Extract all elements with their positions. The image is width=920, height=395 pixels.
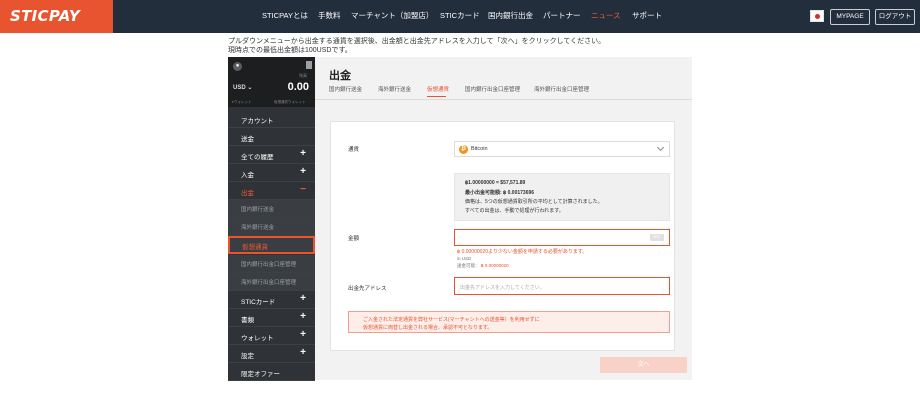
- sidebar-item-label: 海外銀行出金口座管理: [241, 280, 297, 286]
- plus-icon: +: [300, 329, 306, 340]
- tab-overseas-bank[interactable]: 海外銀行送金: [378, 85, 411, 93]
- sidebar-item-label: ウォレット: [241, 335, 274, 342]
- sidebar-subitem-crypto[interactable]: 仮想通貨: [228, 236, 315, 254]
- nav-about[interactable]: STICPAYとは: [262, 11, 308, 21]
- sidebar-item-settings[interactable]: 設定 +: [228, 345, 315, 363]
- tab-domestic-account-mgmt[interactable]: 国内銀行出金口座管理: [465, 85, 520, 93]
- warning-line-1: ご入金された法定通貨を弊社サービス(マーチャントへの送金等）を利用せずに: [363, 317, 540, 323]
- sidebar-subitem-domestic-account-mgmt[interactable]: 国内銀行出金口座管理: [228, 255, 315, 273]
- price-note: 価格は、5つの仮想通貨取引所の平均として計算されました。: [465, 199, 603, 205]
- sidebar-item-label: アカウント: [241, 118, 274, 125]
- sidebar-item-label: 書類: [241, 317, 254, 324]
- balance-toggle-icon[interactable]: [306, 61, 312, 69]
- warning-line-2: 仮想通貨に両替し出金される場合、承認不可となります。: [363, 325, 493, 331]
- sidebar-item-label: 全ての履歴: [241, 154, 274, 161]
- sidebar: ● 残高 USD ⌄ 0.00 eウォレット 仮想通貨ウォレット アカウント 送…: [228, 57, 315, 381]
- plus-icon: +: [300, 166, 306, 177]
- nav-news[interactable]: ニュース: [591, 11, 621, 21]
- currency-select[interactable]: ₿ Bitcoin: [454, 141, 670, 157]
- currency-label: 通貨: [348, 147, 360, 153]
- sidebar-item-label: 入金: [241, 172, 254, 179]
- sidebar-item-wallet[interactable]: ウォレット +: [228, 327, 315, 345]
- sidebar-item-label: 出金: [241, 190, 254, 197]
- balance-value: 0.00: [287, 81, 309, 93]
- page-title: 出金: [329, 70, 351, 82]
- sidebar-item-transfer[interactable]: 送金: [228, 128, 315, 146]
- sidebar-subitem-overseas-bank[interactable]: 海外銀行送金: [228, 218, 315, 236]
- plus-icon: +: [300, 311, 306, 322]
- sidebar-item-label: 国内銀行送金: [241, 207, 275, 213]
- nav-merchant[interactable]: マーチャント（加盟店）: [351, 11, 433, 21]
- minimum-note: 現時点での最低出金額は100USDです。: [228, 47, 352, 54]
- nav-support[interactable]: サポート: [632, 11, 662, 21]
- amount-label: 金額: [348, 236, 360, 242]
- amount-currency-tag: BTC: [650, 234, 664, 241]
- sticpay-logo[interactable]: STICPAY: [0, 0, 113, 33]
- currency-select-value: Bitcoin: [471, 146, 488, 152]
- sidebar-item-label: 設定: [241, 353, 254, 360]
- balance-label: 残高: [299, 73, 307, 78]
- address-label: 出金先アドレス: [348, 286, 387, 292]
- tab-crypto[interactable]: 仮想通貨: [427, 85, 449, 93]
- manual-note: すべての出金は、手動で処理が行われます。: [465, 208, 564, 214]
- amount-error: ฿ 0.00000020より少ない金額を申請する必要があります。: [457, 249, 588, 255]
- plus-icon: +: [300, 293, 306, 304]
- sidebar-subitem-overseas-account-mgmt[interactable]: 海外銀行出金口座管理: [228, 273, 315, 291]
- tab-divider: [315, 99, 692, 100]
- sidebar-item-label: 送金: [241, 136, 254, 143]
- tab-overseas-account-mgmt[interactable]: 海外銀行出金口座管理: [534, 85, 589, 93]
- mypage-button[interactable]: MYPAGE: [830, 9, 870, 25]
- sidebar-item-label: 仮想通貨: [242, 244, 268, 251]
- amount-input[interactable]: BTC: [454, 229, 670, 246]
- sidebar-item-withdrawal[interactable]: 出金 −: [228, 182, 315, 200]
- sidebar-item-label: STICカード: [241, 299, 276, 306]
- min-withdrawal-text: 最小出金可能額: ฿ 0.00173696: [465, 190, 535, 196]
- plus-icon: +: [300, 347, 306, 358]
- top-header: STICPAY STICPAYとは 手数料 マーチャント（加盟店） STICカー…: [0, 0, 920, 33]
- withdrawal-panel: 出金 国内銀行送金 海外銀行送金 仮想通貨 国内銀行出金口座管理 海外銀行出金口…: [315, 57, 692, 380]
- sidebar-item-documents[interactable]: 書類 +: [228, 309, 315, 327]
- sidebar-item-history[interactable]: 全ての履歴 +: [228, 146, 315, 164]
- tab-domestic-bank[interactable]: 国内銀行送金: [329, 85, 362, 93]
- bitcoin-icon: ₿: [459, 145, 468, 154]
- sidebar-subitem-domestic-bank[interactable]: 国内銀行送金: [228, 200, 315, 218]
- nav-stic-card[interactable]: STICカード: [440, 11, 480, 21]
- withdrawal-form: 通貨 ₿ Bitcoin ฿1.00000000 = $57,571.89 最小…: [330, 121, 675, 351]
- wallet-icon[interactable]: ●: [233, 62, 242, 71]
- rate-text: ฿1.00000000 = $57,571.89: [465, 180, 526, 186]
- chevron-down-icon: [656, 143, 665, 152]
- sidebar-item-limited-offer[interactable]: 限定オファー: [228, 363, 315, 381]
- sidebar-item-label: 海外銀行送金: [241, 225, 275, 231]
- active-tab-indicator: [427, 96, 446, 97]
- available-amount: 送金可能： ฿ 0.00000020: [457, 263, 509, 268]
- minus-icon: −: [300, 184, 306, 195]
- nav-fees[interactable]: 手数料: [318, 11, 341, 21]
- japan-flag-icon[interactable]: [810, 10, 824, 22]
- nav-partner[interactable]: パートナー: [543, 11, 581, 21]
- tab-crypto-wallet[interactable]: 仮想通貨ウォレット: [274, 100, 306, 105]
- address-placeholder: 出金先アドレスを入力してください。: [460, 285, 545, 291]
- currency-selector[interactable]: USD ⌄: [233, 84, 252, 91]
- sidebar-item-stic-card[interactable]: STICカード +: [228, 291, 315, 309]
- next-button[interactable]: 次へ: [600, 357, 687, 373]
- tab-e-wallet[interactable]: eウォレット: [232, 100, 251, 105]
- nav-domestic-withdrawal[interactable]: 国内銀行出金: [488, 11, 533, 21]
- logout-button[interactable]: ログアウト: [875, 9, 915, 25]
- rate-info-box: ฿1.00000000 = $57,571.89 最小出金可能額: ฿ 0.00…: [454, 173, 670, 221]
- amount-in-usd: in USD: [457, 256, 472, 261]
- address-input[interactable]: 出金先アドレスを入力してください。: [454, 277, 670, 295]
- sidebar-item-deposit[interactable]: 入金 +: [228, 164, 315, 182]
- warning-box: ご入金された法定通貨を弊社サービス(マーチャントへの送金等）を利用せずに 仮想通…: [348, 311, 670, 333]
- plus-icon: +: [300, 148, 306, 159]
- sidebar-item-account[interactable]: アカウント: [228, 110, 315, 128]
- sidebar-item-label: 限定オファー: [241, 371, 280, 378]
- sidebar-item-label: 国内銀行出金口座管理: [241, 262, 297, 268]
